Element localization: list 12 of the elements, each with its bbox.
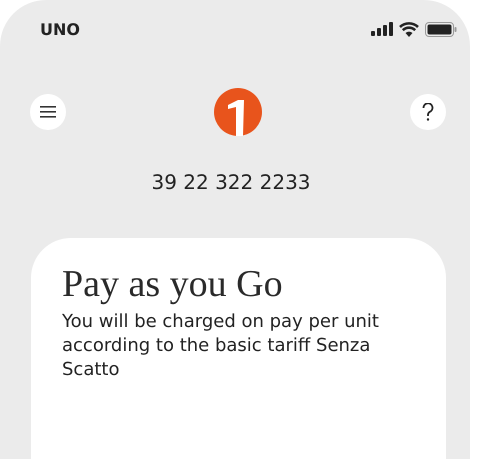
carrier-name: UNO: [40, 20, 80, 38]
wifi-icon: [399, 22, 419, 36]
signal-icon: [371, 22, 393, 36]
plan-title: Pay as you Go: [62, 262, 284, 306]
help-icon: [422, 103, 434, 121]
plan-description: You will be charged on pay per unit according to the basic tariff Senza Scatto: [62, 310, 380, 382]
battery-icon: [425, 22, 457, 36]
help-button[interactable]: [410, 94, 446, 130]
logo: [214, 88, 262, 136]
menu-button[interactable]: [30, 94, 66, 130]
menu-icon: [40, 106, 56, 118]
phone-number: 39 22 322 2233: [150, 170, 312, 194]
